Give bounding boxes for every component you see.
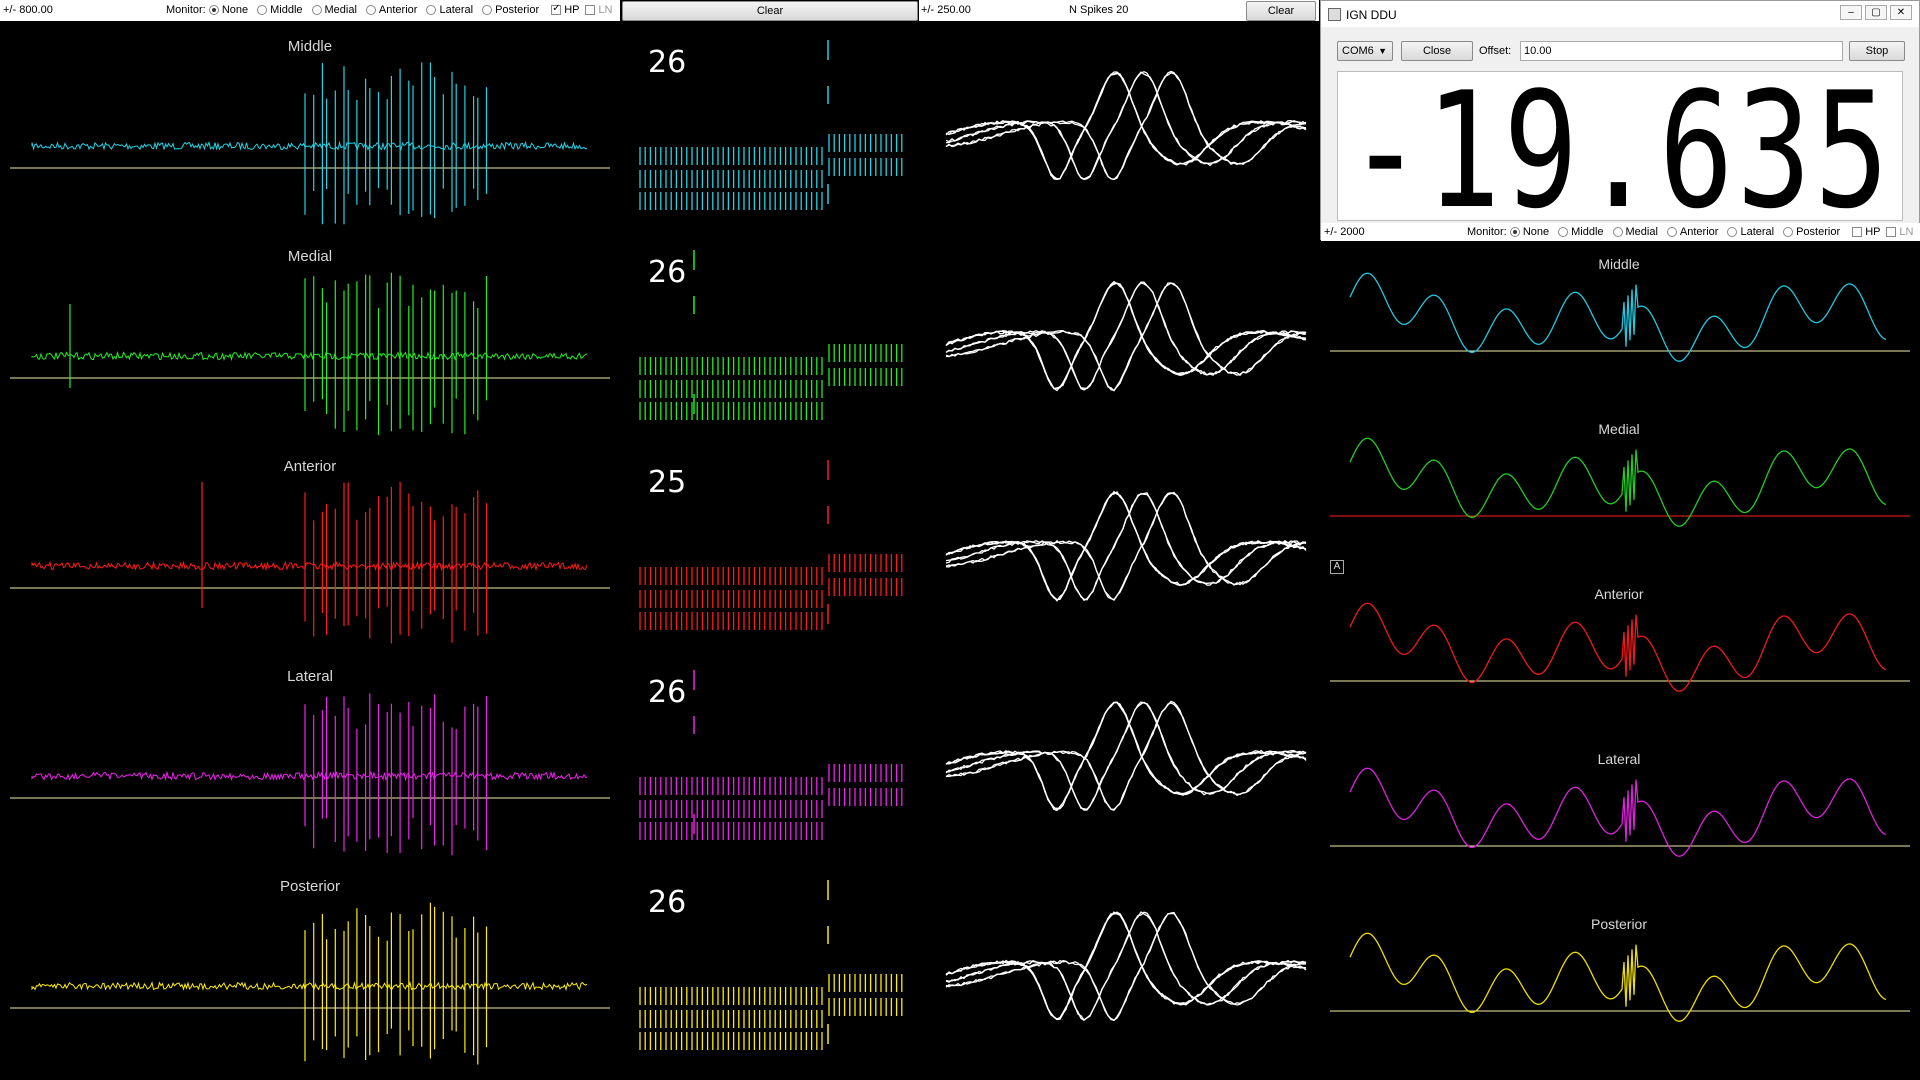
raw-spikes (304, 272, 488, 436)
lfp-row-medial: Medial (1330, 421, 1910, 527)
lfp-row-lateral: Lateral (1330, 751, 1910, 857)
raw-trace-label: Medial (288, 248, 332, 265)
lfp-row-posterior: Posterior (1330, 916, 1910, 1022)
lfp-trace (1349, 437, 1887, 527)
raw-spikes (304, 62, 488, 225)
spike-waveforms (945, 280, 1307, 392)
spike-waveforms (945, 911, 1307, 1022)
ddu-close-button[interactable]: Close (1401, 41, 1473, 61)
offset-label: Offset: (1479, 45, 1512, 57)
lfp-row-anterior: Anterior (1330, 586, 1910, 692)
raw-trace (31, 770, 587, 782)
raw-trace (31, 140, 588, 152)
chevron-down-icon: ▼ (1378, 46, 1387, 56)
ddu-monitor-radio-lateral[interactable]: Lateral (1727, 226, 1774, 238)
channel-row-lateral: Lateral 26 (10, 668, 1307, 856)
minimize-icon[interactable]: – (1840, 5, 1862, 20)
spike-count: 26 (648, 45, 686, 80)
lfp-row-middle: Middle (1330, 256, 1910, 362)
lfp-trace-label: Medial (1598, 421, 1639, 437)
channel-row-posterior: Posterior 26 (10, 878, 1307, 1065)
ddu-monitor-radio-middle[interactable]: Middle (1558, 226, 1604, 238)
channel-row-middle: Middle 26 (10, 38, 1307, 225)
spike-waveforms (945, 70, 1307, 181)
ddu-titlebar: IGN DDU – ▢ ✕ (1321, 1, 1919, 27)
lfp-trace-label: Posterior (1591, 916, 1647, 932)
ddu-monitor-radio-posterior[interactable]: Posterior (1783, 226, 1840, 238)
ddu-hp-checkbox[interactable]: HP (1852, 226, 1880, 238)
port-select[interactable]: COM6 ▼ (1337, 41, 1393, 61)
spike-waveforms (945, 700, 1307, 812)
close-icon[interactable]: ✕ (1890, 5, 1912, 20)
depth-display: -19.635 (1337, 57, 1903, 244)
app-icon (1328, 8, 1341, 21)
lfp-trace-label: Middle (1598, 256, 1639, 272)
spike-waveforms (945, 490, 1307, 602)
spike-count: 26 (648, 675, 686, 710)
raw-trace (31, 560, 588, 572)
raw-trace (31, 350, 588, 362)
raw-trace-label: Lateral (287, 668, 333, 685)
lfp-trace (1349, 932, 1887, 1022)
ddu-window: IGN DDU – ▢ ✕ COM6 ▼ Close Offset: 10.00 … (1320, 0, 1920, 244)
ddu-title: IGN DDU (1346, 8, 1397, 22)
spike-count: 26 (648, 255, 686, 290)
lfp-trace-label: Anterior (1594, 586, 1643, 602)
ddu-monitor-row: +/- 2000 Monitor: None Middle Medial Anteri… (1321, 223, 1920, 241)
ddu-monitor-radio-anterior[interactable]: Anterior (1666, 226, 1718, 238)
raw-trace (31, 981, 588, 992)
lfp-trace (1349, 767, 1887, 857)
raw-trace-label: Anterior (284, 458, 337, 475)
ddu-monitor-radio-medial[interactable]: Medial (1612, 226, 1658, 238)
lfp-trace (1349, 602, 1887, 692)
spike-count: 25 (648, 465, 686, 500)
ddu-ln-checkbox[interactable]: LN (1886, 226, 1913, 238)
ddu-controls: COM6 ▼ Close Offset: 10.00 Stop (1321, 39, 1919, 63)
lfp-trace-label: Lateral (1598, 751, 1641, 767)
channel-row-anterior: Anterior 25 (10, 458, 1307, 644)
stop-button[interactable]: Stop (1849, 41, 1905, 61)
ddu-monitor-group: Monitor: None Middle Medial Anterior Lateral… (1467, 226, 1914, 238)
ddu-range-label: +/- 2000 (1324, 226, 1365, 238)
raw-trace-label: Posterior (280, 878, 340, 895)
spike-count: 26 (648, 885, 686, 920)
offset-field[interactable]: 10.00 (1520, 41, 1843, 61)
depth-reading-graphic: -19.635 (1348, 57, 1892, 244)
overlay-badge[interactable]: A (1330, 560, 1344, 574)
ddu-monitor-radio-none[interactable]: None (1509, 226, 1549, 238)
raw-spikes (304, 693, 488, 856)
depth-reading: -19.635 (1348, 72, 1892, 220)
maximize-icon[interactable]: ▢ (1865, 5, 1887, 20)
lfp-trace (1349, 272, 1887, 362)
channel-row-medial: Medial 26 (10, 248, 1307, 436)
raw-trace-label: Middle (288, 38, 332, 55)
raw-spikes (304, 481, 488, 644)
